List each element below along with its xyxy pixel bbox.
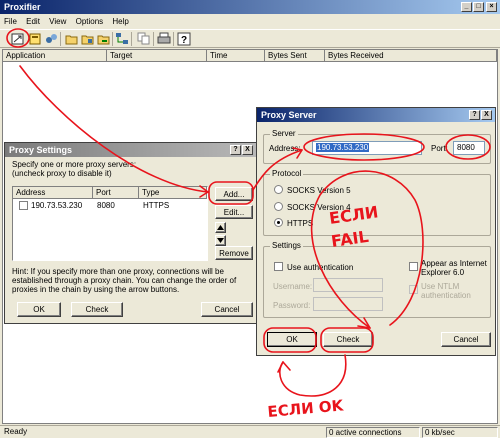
table-row[interactable]: 190.73.53.230 8080 HTTPS — [13, 200, 207, 211]
radio-socks4-label: SOCKS Version 4 — [287, 203, 351, 212]
col-application[interactable]: Application — [3, 50, 107, 62]
move-up-button[interactable] — [215, 222, 226, 233]
password-field[interactable] — [313, 297, 383, 311]
menu-options[interactable]: Options — [76, 17, 104, 26]
server-cancel-button[interactable]: Cancel — [441, 332, 491, 347]
folder-open-icon[interactable] — [64, 31, 80, 47]
proxy-settings-title-bar: Proxy Settings ? X — [5, 143, 256, 157]
radio-socks4[interactable] — [274, 202, 283, 211]
use-ntlm-label: Use NTLM authentication — [421, 282, 471, 300]
radio-socks5-label: SOCKS Version 5 — [287, 186, 351, 195]
proxy-settings-intro: Specify one or more proxy servers: (unch… — [12, 160, 137, 178]
proxy-col-port[interactable]: Port — [93, 187, 139, 199]
status-connections-text: 0 active connections — [329, 428, 402, 437]
status-bar: Ready 0 active connections 0 kb/sec — [0, 425, 500, 438]
use-auth-checkbox[interactable] — [274, 262, 283, 271]
proxy-list[interactable]: Address Port Type 190.73.53.230 8080 HTT… — [12, 186, 208, 261]
close-button[interactable]: × — [486, 2, 497, 12]
proxification-rules-icon[interactable] — [27, 31, 43, 47]
appear-ie-checkbox[interactable] — [409, 262, 418, 271]
address-label: Address: — [269, 144, 301, 153]
move-down-button[interactable] — [215, 235, 226, 246]
password-label: Password: — [273, 301, 311, 310]
address-value: 190.73.53.230 — [316, 143, 370, 152]
arrow-up-icon — [217, 225, 224, 230]
username-field[interactable] — [313, 278, 383, 292]
menu-file[interactable]: File — [4, 17, 17, 26]
toolbar: ? — [0, 29, 500, 48]
port-label: Port: — [431, 144, 448, 153]
proxy-server-title: Proxy Server — [261, 110, 317, 120]
status-speed-text: 0 kb/sec — [425, 428, 455, 437]
proxy-settings-dialog: Proxy Settings ? X Specify one or more p… — [4, 142, 257, 324]
remove-button[interactable]: Remove — [215, 246, 253, 260]
settings-ok-button[interactable]: OK — [17, 302, 61, 317]
use-ntlm-checkbox[interactable] — [409, 285, 418, 294]
protocol-group-label: Protocol — [270, 169, 304, 178]
proxy-settings-hint: Hint: If you specify more than one proxy… — [12, 267, 237, 294]
copy-icon[interactable] — [136, 31, 152, 47]
status-connections: 0 active connections — [326, 427, 420, 438]
proxy-server-help-button[interactable]: ? — [469, 110, 480, 120]
status-speed: 0 kb/sec — [422, 427, 498, 438]
proxy-settings-title: Proxy Settings — [9, 145, 73, 155]
proxy-col-address[interactable]: Address — [13, 187, 93, 199]
use-auth-label: Use authentication — [287, 263, 354, 272]
server-ok-button[interactable]: OK — [267, 332, 317, 347]
proxy-server-title-bar: Proxy Server ? X — [257, 108, 495, 122]
radio-socks5[interactable] — [274, 185, 283, 194]
username-label: Username: — [273, 282, 313, 291]
maximize-button[interactable]: □ — [473, 2, 484, 12]
settings-group-label: Settings — [270, 241, 303, 250]
appear-ie-label: Appear as Internet Explorer 6.0 — [421, 259, 487, 277]
svg-text:?: ? — [181, 35, 187, 46]
network-icon[interactable] — [114, 31, 130, 47]
proxy-row-port: 8080 — [97, 201, 115, 210]
col-target[interactable]: Target — [107, 50, 207, 62]
arrow-down-icon — [217, 238, 224, 243]
main-title-bar: Proxifier _ □ × — [0, 0, 500, 14]
menu-edit[interactable]: Edit — [26, 17, 40, 26]
proxy-col-type[interactable]: Type — [139, 187, 207, 199]
settings-check-button[interactable]: Check — [71, 302, 123, 317]
proxy-settings-close-button[interactable]: X — [242, 145, 253, 155]
proxy-server-close-button[interactable]: X — [481, 110, 492, 120]
close-glyph: X — [245, 146, 250, 153]
radio-https-label: HTTPS — [287, 219, 314, 228]
main-title: Proxifier — [4, 2, 41, 12]
port-field[interactable]: 8080 — [453, 141, 485, 155]
col-bytes-received[interactable]: Bytes Received — [325, 50, 497, 62]
menu-bar: File Edit View Options Help — [4, 16, 136, 28]
proxy-enable-checkbox[interactable] — [19, 201, 28, 210]
proxy-server-dialog: Proxy Server ? X Server Address: 190.73.… — [256, 107, 496, 356]
help-glyph: ? — [472, 111, 477, 118]
add-button[interactable]: Add... — [215, 187, 253, 201]
minimize-button[interactable]: _ — [461, 2, 472, 12]
proxy-row-type: HTTPS — [143, 201, 170, 210]
address-field[interactable]: 190.73.53.230 — [312, 141, 422, 155]
proxy-settings-help-button[interactable]: ? — [230, 145, 241, 155]
col-bytes-sent[interactable]: Bytes Sent — [265, 50, 325, 62]
status-ready: Ready — [4, 427, 28, 436]
menu-view[interactable]: View — [49, 17, 66, 26]
help-icon[interactable]: ? — [176, 31, 192, 47]
server-group-label: Server — [270, 129, 298, 138]
edit-button[interactable]: Edit... — [215, 205, 253, 219]
folder-save-icon[interactable] — [80, 31, 96, 47]
server-check-button[interactable]: Check — [323, 332, 373, 347]
close-glyph: X — [484, 111, 489, 118]
proxy-servers-icon[interactable] — [10, 31, 26, 47]
folder-export-icon[interactable] — [96, 31, 112, 47]
menu-help[interactable]: Help — [112, 17, 128, 26]
radio-https[interactable] — [274, 218, 283, 227]
col-time[interactable]: Time — [207, 50, 265, 62]
name-resolution-icon[interactable] — [43, 31, 59, 47]
settings-cancel-button[interactable]: Cancel — [201, 302, 253, 317]
print-icon[interactable] — [156, 31, 172, 47]
help-glyph: ? — [233, 146, 238, 153]
proxy-row-address: 190.73.53.230 — [31, 201, 83, 210]
